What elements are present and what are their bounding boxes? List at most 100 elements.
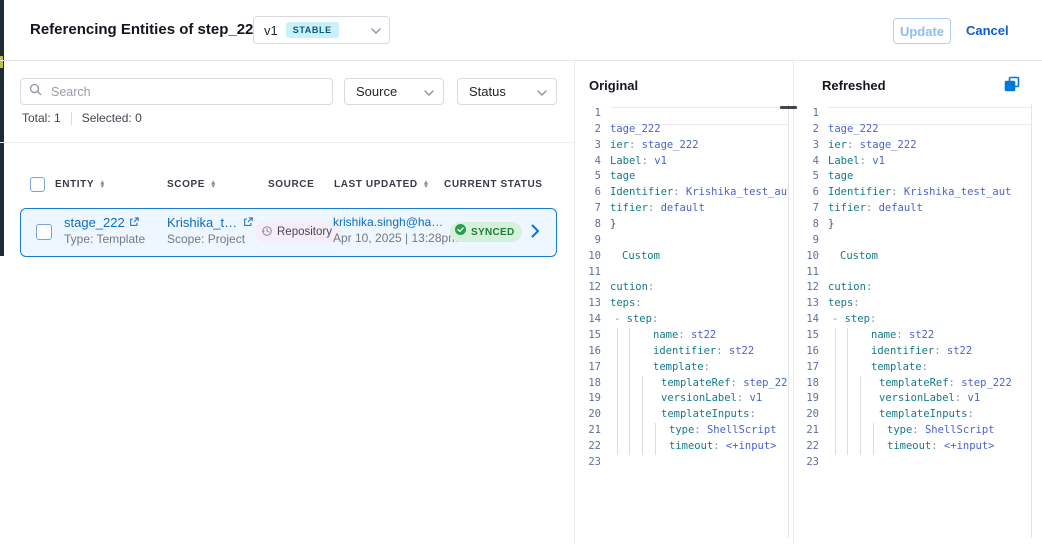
code-line: 16identifier: st22: [575, 344, 788, 360]
line-number: 20: [575, 407, 606, 423]
refreshed-pane-title: Refreshed: [822, 78, 886, 93]
search-box[interactable]: [20, 78, 333, 105]
row-checkbox[interactable]: [36, 224, 52, 240]
background-nav-strip: [0, 0, 4, 256]
scope-link[interactable]: Krishika_test_au...: [167, 215, 253, 230]
chevron-down-icon: [537, 83, 547, 101]
code-line: 20templateInputs:: [575, 407, 788, 423]
indent-guide: [617, 423, 618, 439]
code-line: 4Label: v1: [575, 154, 788, 170]
update-button[interactable]: Update: [893, 18, 951, 44]
code-line: 17template:: [793, 360, 1031, 376]
totals-separator: [71, 112, 72, 125]
line-number: 2: [575, 122, 606, 138]
original-code[interactable]: 12tage_2223ier: stage_2224Label: v15tage…: [575, 106, 788, 472]
code-text: identifier: st22: [606, 344, 788, 360]
line-number: 23: [793, 455, 824, 471]
scope-cell: Krishika_test_au... Scope: Project: [167, 215, 253, 246]
indent-guide: [617, 328, 618, 344]
code-text: templateInputs:: [824, 407, 1031, 423]
code-text: ier: stage_222: [824, 138, 1031, 154]
search-input[interactable]: [49, 84, 324, 100]
sort-icon[interactable]: ▲▼: [423, 181, 430, 189]
cancel-button[interactable]: Cancel: [966, 23, 1009, 38]
indent-guide: [847, 423, 848, 439]
refreshed-pane-edge: [1031, 104, 1032, 538]
column-header-scope[interactable]: SCOPE ▲▼: [167, 179, 217, 190]
status-filter-dropdown[interactable]: Status: [457, 78, 557, 105]
copy-icon[interactable]: [1003, 75, 1021, 98]
indent-guide: [835, 423, 836, 439]
code-line: 18templateRef: step_222: [575, 376, 788, 392]
entity-link[interactable]: stage_222: [64, 215, 145, 230]
line-number: 23: [575, 455, 606, 471]
code-line: 13teps:: [793, 296, 1031, 312]
line-number: 8: [575, 217, 606, 233]
indent-guide: [629, 439, 630, 455]
indent-guide: [835, 376, 836, 392]
version-label: v1: [264, 23, 278, 38]
code-line: 5tage: [793, 169, 1031, 185]
code-line: 19versionLabel: v1: [575, 391, 788, 407]
line-number: 22: [575, 439, 606, 455]
code-line: 12cution:: [793, 280, 1031, 296]
line-number: 9: [793, 233, 824, 249]
total-count: Total: 1: [22, 111, 61, 125]
indent-guide: [835, 360, 836, 376]
indent-guide: [847, 439, 848, 455]
code-text: Identifier: Krishika_test_aut: [824, 185, 1031, 201]
code-line: 8}: [575, 217, 788, 233]
line-number: 22: [793, 439, 824, 455]
scope-name: Krishika_test_au...: [167, 215, 239, 230]
source-filter-label: Source: [356, 84, 397, 99]
source-filter-dropdown[interactable]: Source: [344, 78, 444, 105]
code-line: 18templateRef: step_222: [793, 376, 1031, 392]
code-text: type: ShellScript: [824, 423, 1031, 439]
code-line: 2tage_222: [793, 122, 1031, 138]
code-line: 10Custom: [793, 249, 1031, 265]
column-header-entity[interactable]: ENTITY ▲▼: [55, 179, 106, 190]
code-text: Custom: [824, 249, 1031, 265]
section-divider: [0, 142, 574, 143]
check-circle-icon: [454, 223, 467, 241]
indent-guide: [629, 344, 630, 360]
external-link-icon[interactable]: [243, 215, 253, 230]
line-number: 4: [793, 154, 824, 170]
code-line: 22timeout: <+input>: [575, 439, 788, 455]
entity-cell: stage_222 Type: Template: [64, 215, 145, 246]
updated-by-link[interactable]: krishika.singh@harnes...: [333, 215, 446, 229]
entity-name: stage_222: [64, 215, 125, 230]
sort-icon[interactable]: ▲▼: [99, 181, 106, 189]
chevron-right-icon[interactable]: [531, 224, 540, 243]
source-badge: Repository: [255, 221, 341, 243]
column-header-last-updated[interactable]: LAST UPDATED ▲▼: [334, 179, 430, 190]
indent-guide: [617, 376, 618, 392]
code-line: 17template:: [575, 360, 788, 376]
indent-guide: [655, 439, 656, 455]
totals-bar: Total: 1 Selected: 0: [22, 111, 142, 125]
indent-guide: [629, 360, 630, 376]
indent-guide: [835, 391, 836, 407]
code-text: [824, 233, 1031, 249]
code-text: Identifier: Krishika_test_aut: [606, 185, 788, 201]
indent-guide: [847, 328, 848, 344]
code-line: 1: [575, 106, 788, 122]
line-number: 17: [575, 360, 606, 376]
external-link-icon[interactable]: [129, 215, 139, 230]
version-select[interactable]: v1 STABLE: [253, 16, 390, 44]
code-text: [606, 106, 788, 122]
code-line: 16identifier: st22: [793, 344, 1031, 360]
line-number: 13: [793, 296, 824, 312]
code-text: [824, 265, 1031, 281]
sort-icon[interactable]: ▲▼: [210, 181, 217, 189]
line-number: 15: [793, 328, 824, 344]
line-number: 9: [575, 233, 606, 249]
code-line: 15name: st22: [793, 328, 1031, 344]
select-all-checkbox[interactable]: [30, 177, 45, 192]
indent-guide: [617, 344, 618, 360]
line-number: 14: [793, 312, 824, 328]
indent-guide: [835, 439, 836, 455]
refreshed-code[interactable]: 12tage_2223ier: stage_2224Label: v15tage…: [793, 106, 1031, 472]
updated-at: Apr 10, 2025 | 13:28pm: [333, 231, 458, 245]
code-line: 11: [793, 265, 1031, 281]
